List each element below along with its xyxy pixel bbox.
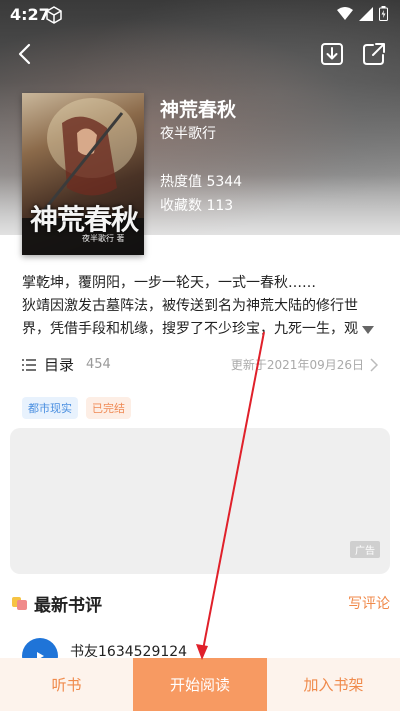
catalog-label: 目录 [44, 355, 75, 374]
favorite-count: 收藏数 113 [160, 198, 234, 214]
book-cover[interactable]: 神荒春秋 夜半歌行 著 [22, 93, 144, 255]
signal-icon [359, 6, 373, 25]
add-to-shelf-button[interactable]: 加入书架 [267, 658, 400, 711]
tag-genre[interactable]: 都市现实 [22, 397, 78, 419]
cube-icon [46, 6, 62, 28]
review-section-title: 最新书评 [34, 595, 102, 616]
share-icon[interactable] [360, 40, 388, 68]
review-section-header: 最新书评 写评论 [12, 590, 390, 616]
book-description[interactable]: 掌乾坤，覆阴阳，一步一轮天，一式一春秋…… 狄靖因激发古墓阵法，被传送到名为神荒… [22, 272, 370, 341]
catalog-list-icon [22, 357, 36, 371]
book-title: 神荒春秋 [160, 99, 237, 121]
download-icon[interactable] [318, 40, 346, 68]
battery-icon [379, 6, 388, 25]
ad-banner[interactable]: 广告 [10, 428, 390, 574]
cover-title: 神荒春秋 [30, 203, 139, 236]
status-time: 4:27 [10, 5, 50, 24]
review-section-icon [12, 595, 28, 611]
listen-button[interactable]: 听书 [0, 658, 133, 711]
description-line: 狄靖因激发古墓阵法，被传送到名为神荒大陆的修行世 [22, 298, 358, 314]
book-author[interactable]: 夜半歌行 [160, 123, 216, 143]
last-updated: 更新于2021年09月26日 [230, 357, 364, 372]
heat-value: 热度值 5344 [160, 174, 243, 190]
start-reading-button[interactable]: 开始阅读 [133, 658, 267, 711]
catalog-row[interactable]: 目录 454 更新于2021年09月26日 [22, 352, 380, 376]
description-line: 掌乾坤，覆阴阳，一步一轮天，一式一春秋…… [22, 275, 316, 291]
description-line: 界，凭借手段和机缘，搜罗了不少珍宝，九死一生，观 [22, 321, 358, 337]
back-icon[interactable] [12, 40, 40, 68]
expand-arrow-icon[interactable] [361, 320, 375, 334]
cover-author: 夜半歌行 著 [82, 234, 125, 243]
wifi-icon [337, 6, 353, 25]
chevron-right-icon [370, 357, 379, 372]
write-review-button[interactable]: 写评论 [348, 593, 390, 613]
tag-list: 都市现实 已完结 [22, 397, 131, 419]
bottom-action-bar: 听书 开始阅读 加入书架 [0, 658, 400, 711]
chapter-count: 454 [86, 356, 111, 372]
ad-label: 广告 [350, 541, 380, 558]
tag-status: 已完结 [86, 397, 131, 419]
status-bar: 4:27 [0, 0, 400, 30]
